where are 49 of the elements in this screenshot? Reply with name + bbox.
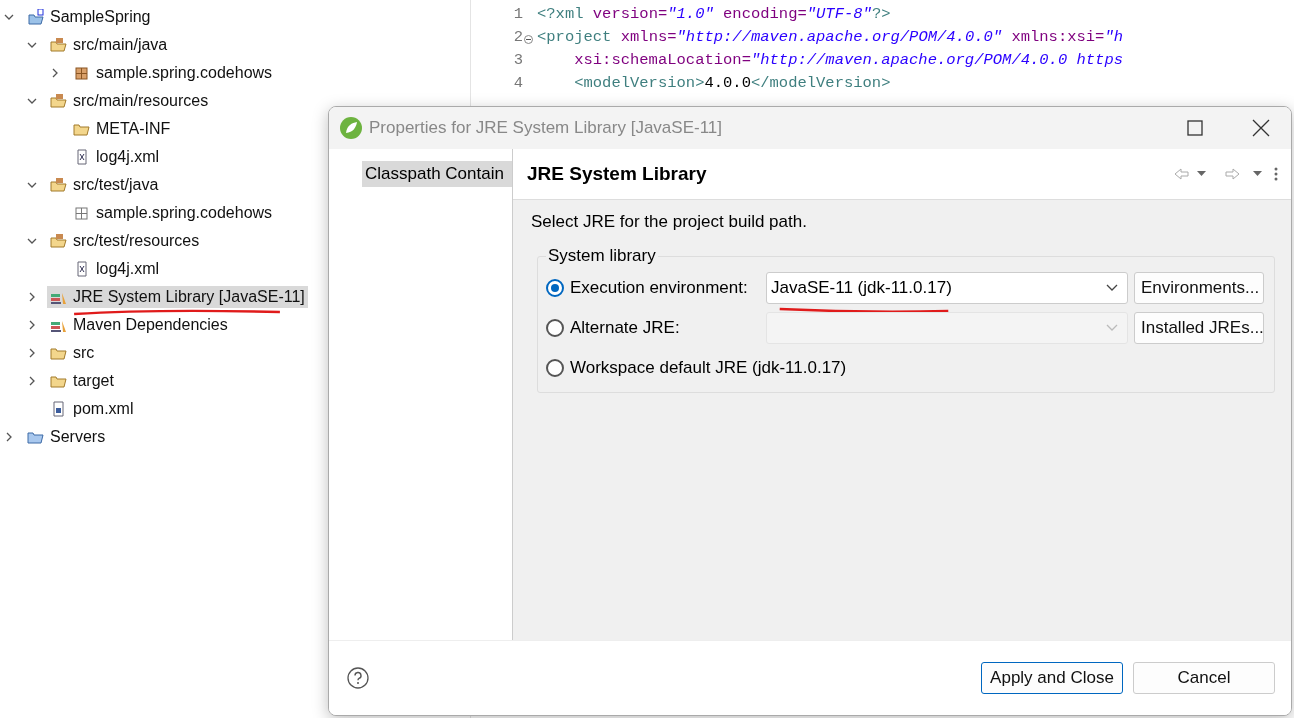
leaf-icon xyxy=(339,116,363,140)
tree-item[interactable]: pom.xml xyxy=(47,398,137,420)
tree-item[interactable]: sample.spring.codehows xyxy=(70,62,276,84)
fold-icon[interactable] xyxy=(524,34,533,44)
tree-item[interactable]: META-INF xyxy=(70,118,174,140)
code-line: 2 <project xmlns="http://maven.apache.org/POM/4.0.0" xmlns:xsi="h xyxy=(512,26,1125,48)
tree-item[interactable]: Servers xyxy=(24,426,109,448)
tree-item[interactable]: Maven Dependencies xyxy=(47,314,231,336)
folder-icon xyxy=(50,177,68,193)
tree-item[interactable]: target xyxy=(47,370,117,392)
folder-icon xyxy=(50,93,68,109)
code-line: 3 xsi:schemaLocation="http://maven.apache.org/POM/4.0.0 https xyxy=(512,49,1124,71)
package-icon xyxy=(73,205,91,221)
sidebar-item[interactable]: Classpath Contain xyxy=(362,161,512,187)
group-title: System library xyxy=(547,246,657,266)
folder-icon xyxy=(50,345,68,361)
tree-item[interactable]: SampleSpring xyxy=(24,6,154,28)
dialog-title: Properties for JRE System Library [JavaSE-11] xyxy=(369,118,724,138)
tree-item[interactable]: src/main/resources xyxy=(47,90,212,112)
caret-icon xyxy=(1105,323,1119,333)
tree-item[interactable]: src/test/java xyxy=(47,174,162,196)
folder-icon xyxy=(50,37,68,53)
tree-item[interactable]: src xyxy=(47,342,98,364)
tree-item[interactable]: src/test/resources xyxy=(47,230,203,252)
folder-icon xyxy=(50,373,68,389)
tree-item[interactable]: src/main/java xyxy=(47,34,171,56)
package-icon xyxy=(73,65,91,81)
description-text: Select JRE for the project build path. xyxy=(530,211,808,233)
jre-button[interactable]: Environments... xyxy=(1134,272,1264,304)
dialog-button[interactable]: Apply and Close xyxy=(981,662,1123,694)
radio-button[interactable] xyxy=(546,279,564,297)
radio-button[interactable] xyxy=(546,359,564,377)
tree-item[interactable]: JRE System Library [JavaSE-11] xyxy=(47,286,308,308)
tree-item[interactable]: log4j.xml xyxy=(70,146,163,168)
tree-item[interactable]: sample.spring.codehows xyxy=(70,202,276,224)
code-line: 4 <modelVersion>4.0.0</modelVersion> xyxy=(512,72,892,94)
code-line: 1 <?xml version="1.0" encoding="UTF-8"?> xyxy=(512,3,892,25)
tree-item[interactable]: log4j.xml xyxy=(70,258,163,280)
folder-icon xyxy=(50,233,68,249)
option-label: Alternate JRE: xyxy=(570,318,681,338)
folder-icon xyxy=(27,429,45,445)
folder-icon xyxy=(73,121,91,137)
dialog-button[interactable]: Cancel xyxy=(1133,662,1275,694)
caret-icon xyxy=(1105,283,1119,293)
jre-dropdown[interactable]: JavaSE-11 (jdk-11.0.17) xyxy=(766,272,1128,304)
option-label: Execution environment: xyxy=(570,278,749,298)
option-label: Workspace default JRE (jdk-11.0.17) xyxy=(570,358,847,378)
project-icon xyxy=(27,9,45,25)
page-title: JRE System Library xyxy=(527,163,708,185)
